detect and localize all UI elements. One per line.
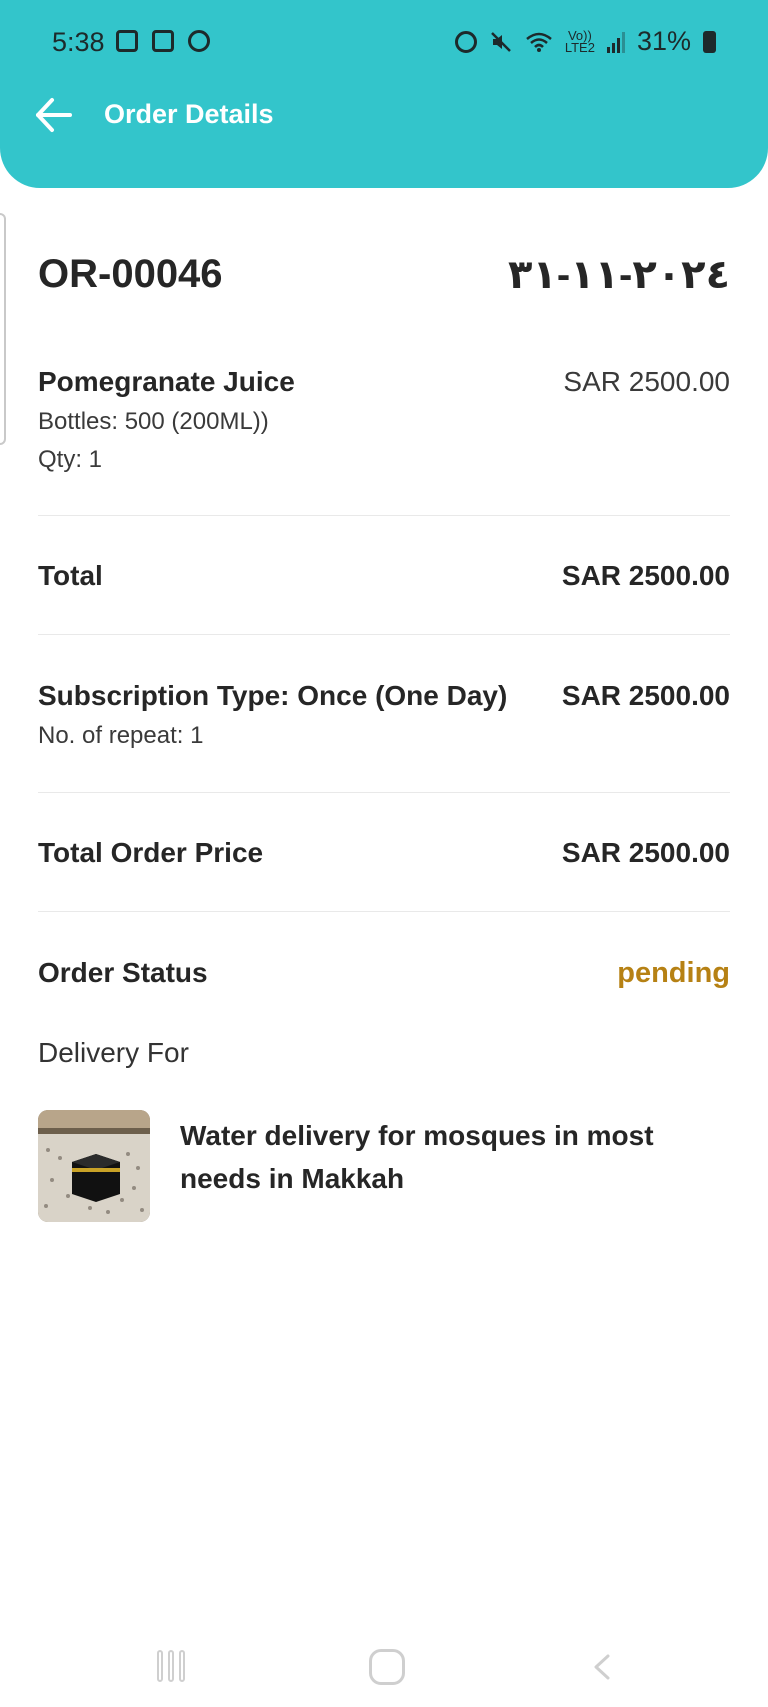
app-header: 5:38 Vo)) LTE2 31% Order Details xyxy=(0,0,768,188)
campaign-card[interactable]: Water delivery for mosques in most needs… xyxy=(38,1110,730,1222)
order-id: OR-00046 xyxy=(38,252,223,296)
divider xyxy=(38,634,730,635)
campaign-image xyxy=(38,1110,150,1222)
system-nav-bar xyxy=(0,1640,768,1707)
lte-label: LTE2 xyxy=(564,39,595,55)
status-time: 5:38 xyxy=(52,27,105,57)
total-row: Total SAR 2500.00 xyxy=(38,560,730,592)
delivery-for-text: Delivery For xyxy=(38,1037,189,1068)
status-badge: pending xyxy=(617,957,730,989)
mute-icon xyxy=(490,31,511,52)
item-qty: Qty: 1 xyxy=(38,446,103,473)
order-status-row: Order Status pending xyxy=(38,957,730,989)
battery-icon xyxy=(703,30,716,53)
volte-indicator: Vo)) LTE2 xyxy=(564,29,595,55)
order-item: Pomegranate Juice Bottles: 500 (200ML)) … xyxy=(38,366,730,474)
divider xyxy=(38,792,730,793)
back-icon[interactable] xyxy=(588,1652,618,1682)
screen-record-icon xyxy=(152,30,174,52)
subscription-repeat: No. of repeat: 1 xyxy=(38,722,204,749)
delivery-for-label: Delivery For xyxy=(38,1037,730,1069)
total-order-price-row: Total Order Price SAR 2500.00 xyxy=(38,837,730,869)
status-bar: 5:38 Vo)) LTE2 31% xyxy=(0,0,768,86)
subscription-value: SAR 2500.00 xyxy=(561,680,730,711)
system-icons: Vo)) LTE2 31% xyxy=(454,26,716,57)
toolbar: Order Details xyxy=(0,86,768,146)
recent-apps-icon[interactable] xyxy=(157,1650,185,1682)
total-value: SAR 2500.00 xyxy=(561,560,730,591)
home-icon[interactable] xyxy=(369,1649,405,1685)
signal-icon xyxy=(606,31,625,53)
page-title: Order Details xyxy=(104,99,274,129)
total-order-price-value: SAR 2500.00 xyxy=(561,837,730,868)
gallery-icon xyxy=(116,30,138,52)
notification-icons xyxy=(116,30,210,52)
side-panel-handle[interactable] xyxy=(0,213,6,445)
order-date: ٢٠٢٤-١١-٣١ xyxy=(508,253,730,297)
subscription-row: Subscription Type: Once (One Day) No. of… xyxy=(38,680,730,750)
item-detail: Bottles: 500 (200ML)) xyxy=(38,408,269,435)
battery-percent: 31% xyxy=(636,26,691,56)
divider xyxy=(38,515,730,516)
divider xyxy=(38,911,730,912)
campaign-title[interactable]: Water delivery for mosques in most needs… xyxy=(180,1114,720,1200)
alarm-icon xyxy=(454,30,477,53)
order-header: OR-00046 ٢٠٢٤-١١-٣١ xyxy=(38,240,730,300)
wifi-icon xyxy=(526,32,552,52)
item-price: SAR 2500.00 xyxy=(563,366,730,397)
samsung-icon xyxy=(188,30,210,52)
arrow-left-icon[interactable] xyxy=(30,92,76,138)
